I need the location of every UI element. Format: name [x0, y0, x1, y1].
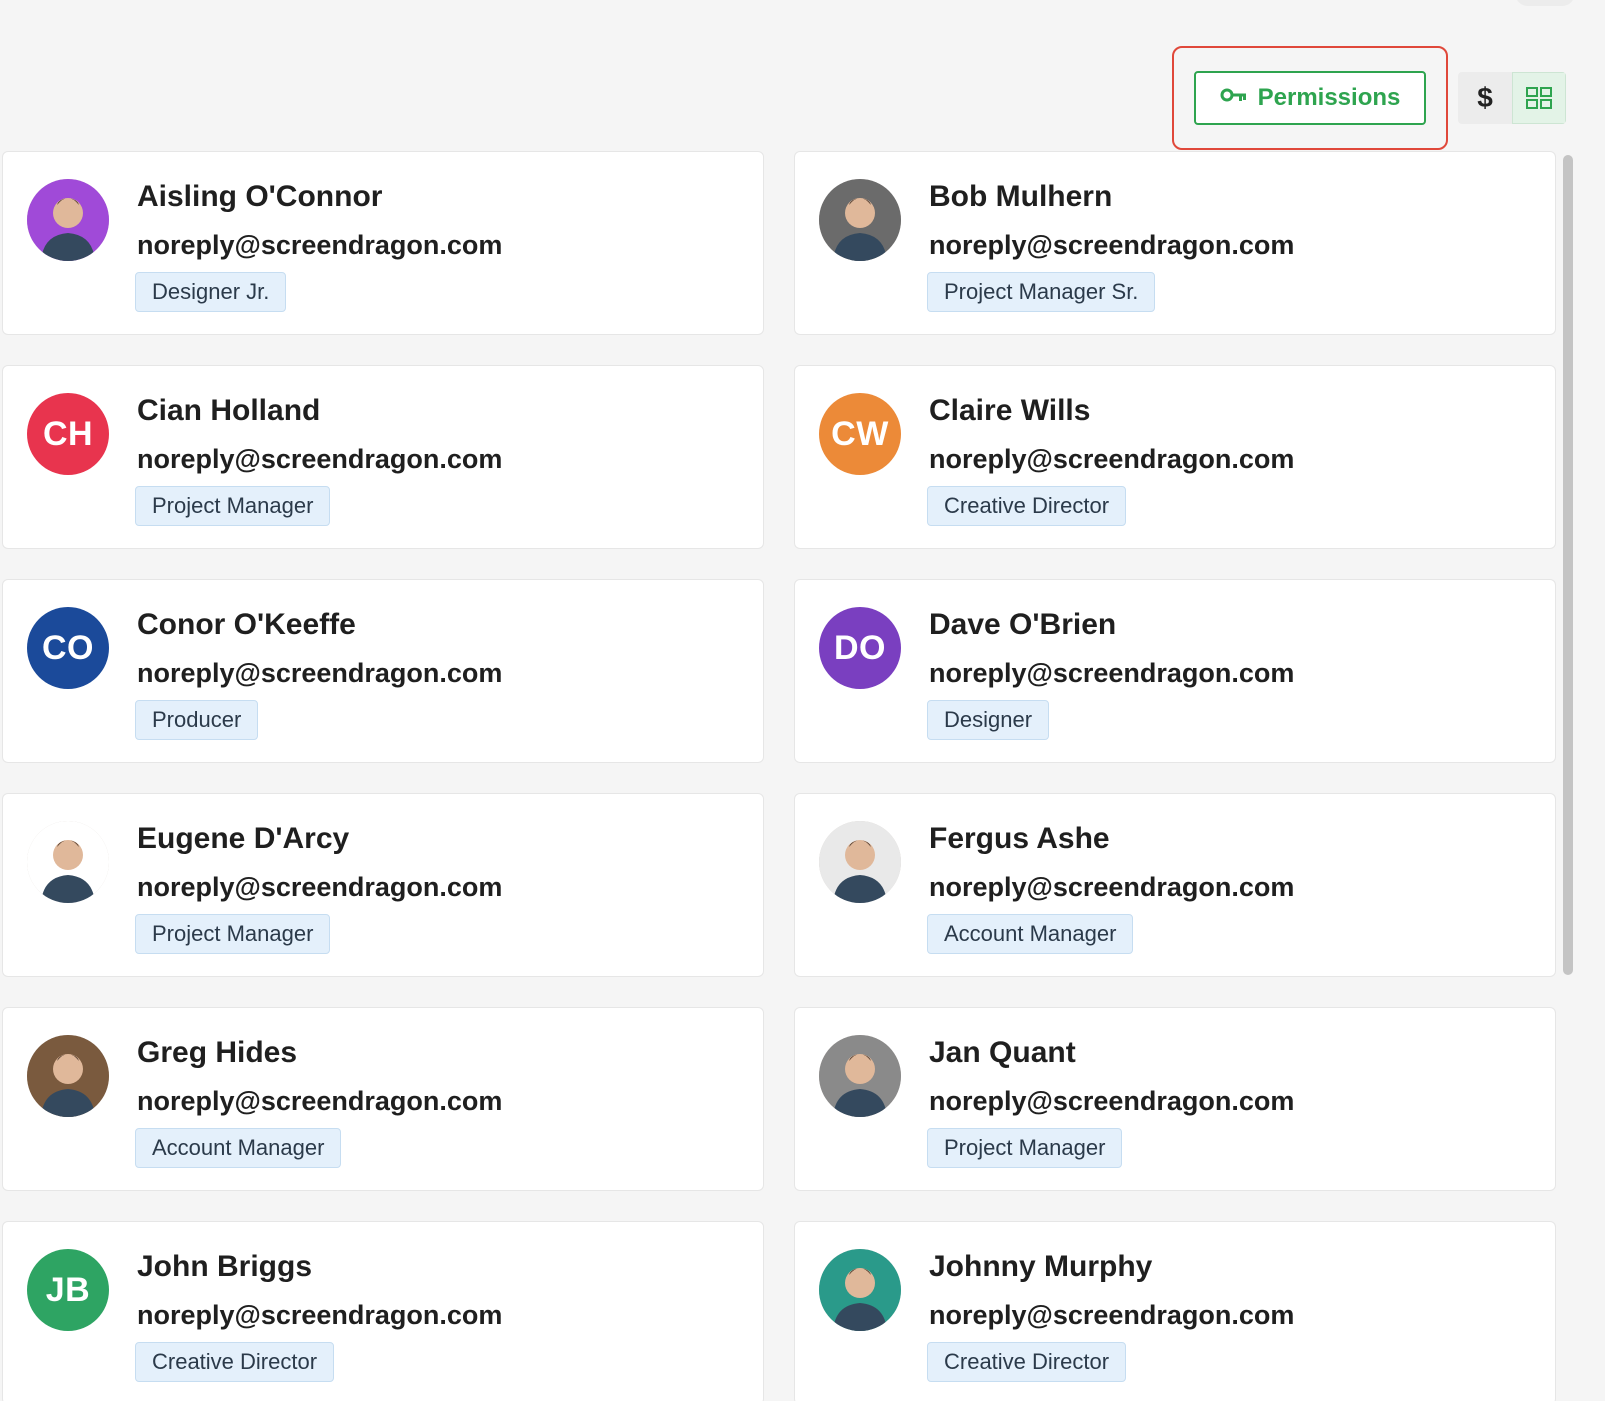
person-card[interactable]: CO Conor O'Keeffe noreply@screendragon.com…: [2, 579, 764, 763]
person-email: noreply@screendragon.com: [929, 230, 1295, 260]
role-badge: Creative Director: [927, 486, 1127, 526]
person-name: Conor O'Keeffe: [137, 608, 356, 641]
role-badge: Project Manager: [927, 1128, 1123, 1168]
person-name: Fergus Ashe: [929, 822, 1110, 855]
dollar-icon[interactable]: $: [1458, 72, 1512, 124]
person-card[interactable]: DO Dave O'Brien noreply@screendragon.com De…: [794, 579, 1556, 763]
person-name: John Briggs: [137, 1250, 313, 1283]
person-card[interactable]: CW Claire Wills noreply@screendragon.com Cr…: [794, 365, 1556, 549]
avatar: [819, 1249, 901, 1331]
person-name: Jan Quant: [929, 1036, 1076, 1069]
person-name: Greg Hides: [137, 1036, 298, 1069]
role-badge: Account Manager: [135, 1128, 342, 1168]
avatar: CH: [27, 393, 109, 475]
role-badge: Project Manager: [135, 914, 331, 954]
person-card[interactable]: Bob Mulhern noreply@screendragon.com Proje…: [794, 151, 1556, 335]
scrollbar-thumb[interactable]: [1563, 155, 1573, 975]
person-email: noreply@screendragon.com: [929, 872, 1295, 902]
person-email: noreply@screendragon.com: [137, 1086, 503, 1116]
team-page: Permissions $ Aisling O'Connor noreply@sc…: [0, 0, 1605, 1401]
person-email: noreply@screendragon.com: [929, 444, 1295, 474]
person-card[interactable]: Eugene D'Arcy noreply@screendragon.com Pro…: [2, 793, 764, 977]
key-icon: [1220, 84, 1248, 112]
avatar: [27, 1035, 109, 1117]
person-name: Dave O'Brien: [929, 608, 1117, 641]
avatar: [819, 179, 901, 261]
person-name: Claire Wills: [929, 394, 1091, 427]
person-name: Aisling O'Connor: [137, 180, 383, 213]
person-email: noreply@screendragon.com: [137, 872, 503, 902]
role-badge: Designer Jr.: [135, 272, 287, 312]
person-card[interactable]: JB John Briggs noreply@screendragon.com Cre…: [2, 1221, 764, 1401]
avatar: [27, 821, 109, 903]
permissions-button[interactable]: Permissions: [1194, 71, 1426, 125]
grid-icon[interactable]: [1512, 72, 1566, 124]
person-email: noreply@screendragon.com: [929, 658, 1295, 688]
person-email: noreply@screendragon.com: [137, 1300, 503, 1330]
person-name: Bob Mulhern: [929, 180, 1113, 213]
permissions-highlight-box: Permissions: [1172, 46, 1448, 150]
role-badge: Project Manager: [135, 486, 331, 526]
person-email: noreply@screendragon.com: [137, 658, 503, 688]
person-card[interactable]: Johnny Murphy noreply@screendragon.com Cre…: [794, 1221, 1556, 1401]
role-badge: Account Manager: [927, 914, 1134, 954]
role-badge: Designer: [927, 700, 1050, 740]
avatar: CW: [819, 393, 901, 475]
permissions-label: Permissions: [1257, 84, 1401, 111]
person-name: Cian Holland: [137, 394, 321, 427]
avatar: [819, 1035, 901, 1117]
person-card[interactable]: CH Cian Holland noreply@screendragon.com Pr…: [2, 365, 764, 549]
avatar: [27, 179, 109, 261]
person-email: noreply@screendragon.com: [929, 1300, 1295, 1330]
scrollbar[interactable]: [1560, 151, 1576, 1401]
person-email: noreply@screendragon.com: [137, 444, 503, 474]
avatar: DO: [819, 607, 901, 689]
person-email: noreply@screendragon.com: [929, 1086, 1295, 1116]
people-card-grid: Aisling O'Connor noreply@screendragon.com…: [2, 151, 1556, 1401]
person-name: Johnny Murphy: [929, 1250, 1153, 1283]
top-corner-control[interactable]: [1515, 0, 1575, 6]
role-badge: Project Manager Sr.: [927, 272, 1156, 312]
role-badge: Producer: [135, 700, 259, 740]
toolbar: Permissions $: [1172, 46, 1566, 150]
person-card[interactable]: Jan Quant noreply@screendragon.com Project…: [794, 1007, 1556, 1191]
avatar: [819, 821, 901, 903]
person-name: Eugene D'Arcy: [137, 822, 350, 855]
avatar: CO: [27, 607, 109, 689]
person-card[interactable]: Fergus Ashe noreply@screendragon.com Accou…: [794, 793, 1556, 977]
person-email: noreply@screendragon.com: [137, 230, 503, 260]
person-card[interactable]: Greg Hides noreply@screendragon.com Accoun…: [2, 1007, 764, 1191]
view-switch: $: [1458, 72, 1566, 124]
avatar: JB: [27, 1249, 109, 1331]
person-card[interactable]: Aisling O'Connor noreply@screendragon.com…: [2, 151, 764, 335]
role-badge: Creative Director: [135, 1342, 335, 1382]
role-badge: Creative Director: [927, 1342, 1127, 1382]
